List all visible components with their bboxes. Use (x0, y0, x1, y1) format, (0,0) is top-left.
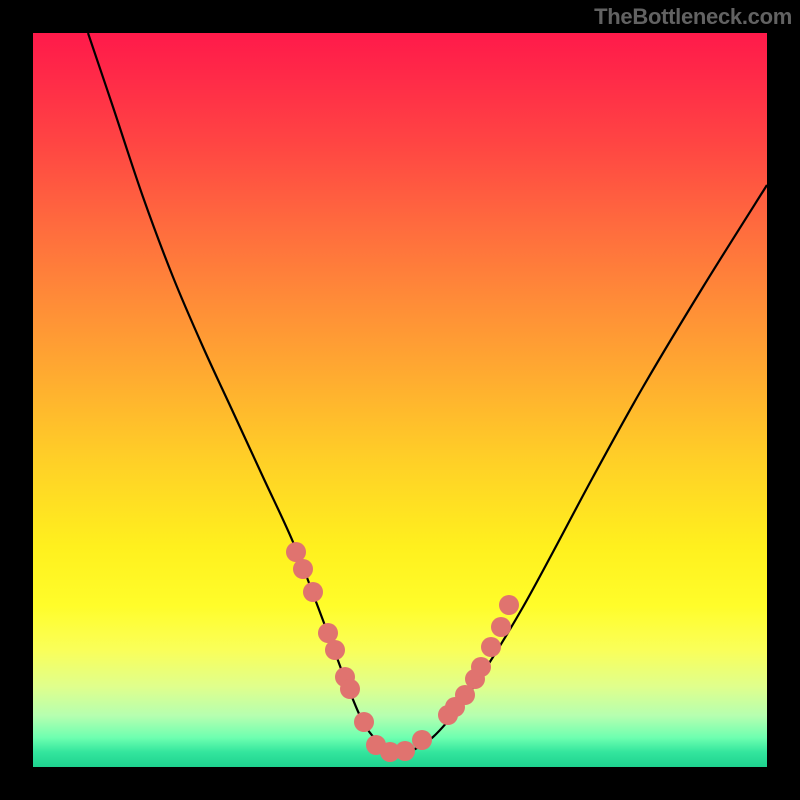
curve-line (88, 33, 767, 754)
marker-point (293, 559, 313, 579)
marker-point (499, 595, 519, 615)
marker-point (354, 712, 374, 732)
marker-point (395, 741, 415, 761)
chart-svg (33, 33, 767, 767)
marker-point (303, 582, 323, 602)
data-markers (286, 542, 519, 762)
marker-point (471, 657, 491, 677)
marker-point (481, 637, 501, 657)
watermark-text: TheBottleneck.com (594, 4, 792, 30)
chart-container: TheBottleneck.com (0, 0, 800, 800)
marker-point (412, 730, 432, 750)
marker-point (340, 679, 360, 699)
plot-area (33, 33, 767, 767)
marker-point (491, 617, 511, 637)
marker-point (325, 640, 345, 660)
